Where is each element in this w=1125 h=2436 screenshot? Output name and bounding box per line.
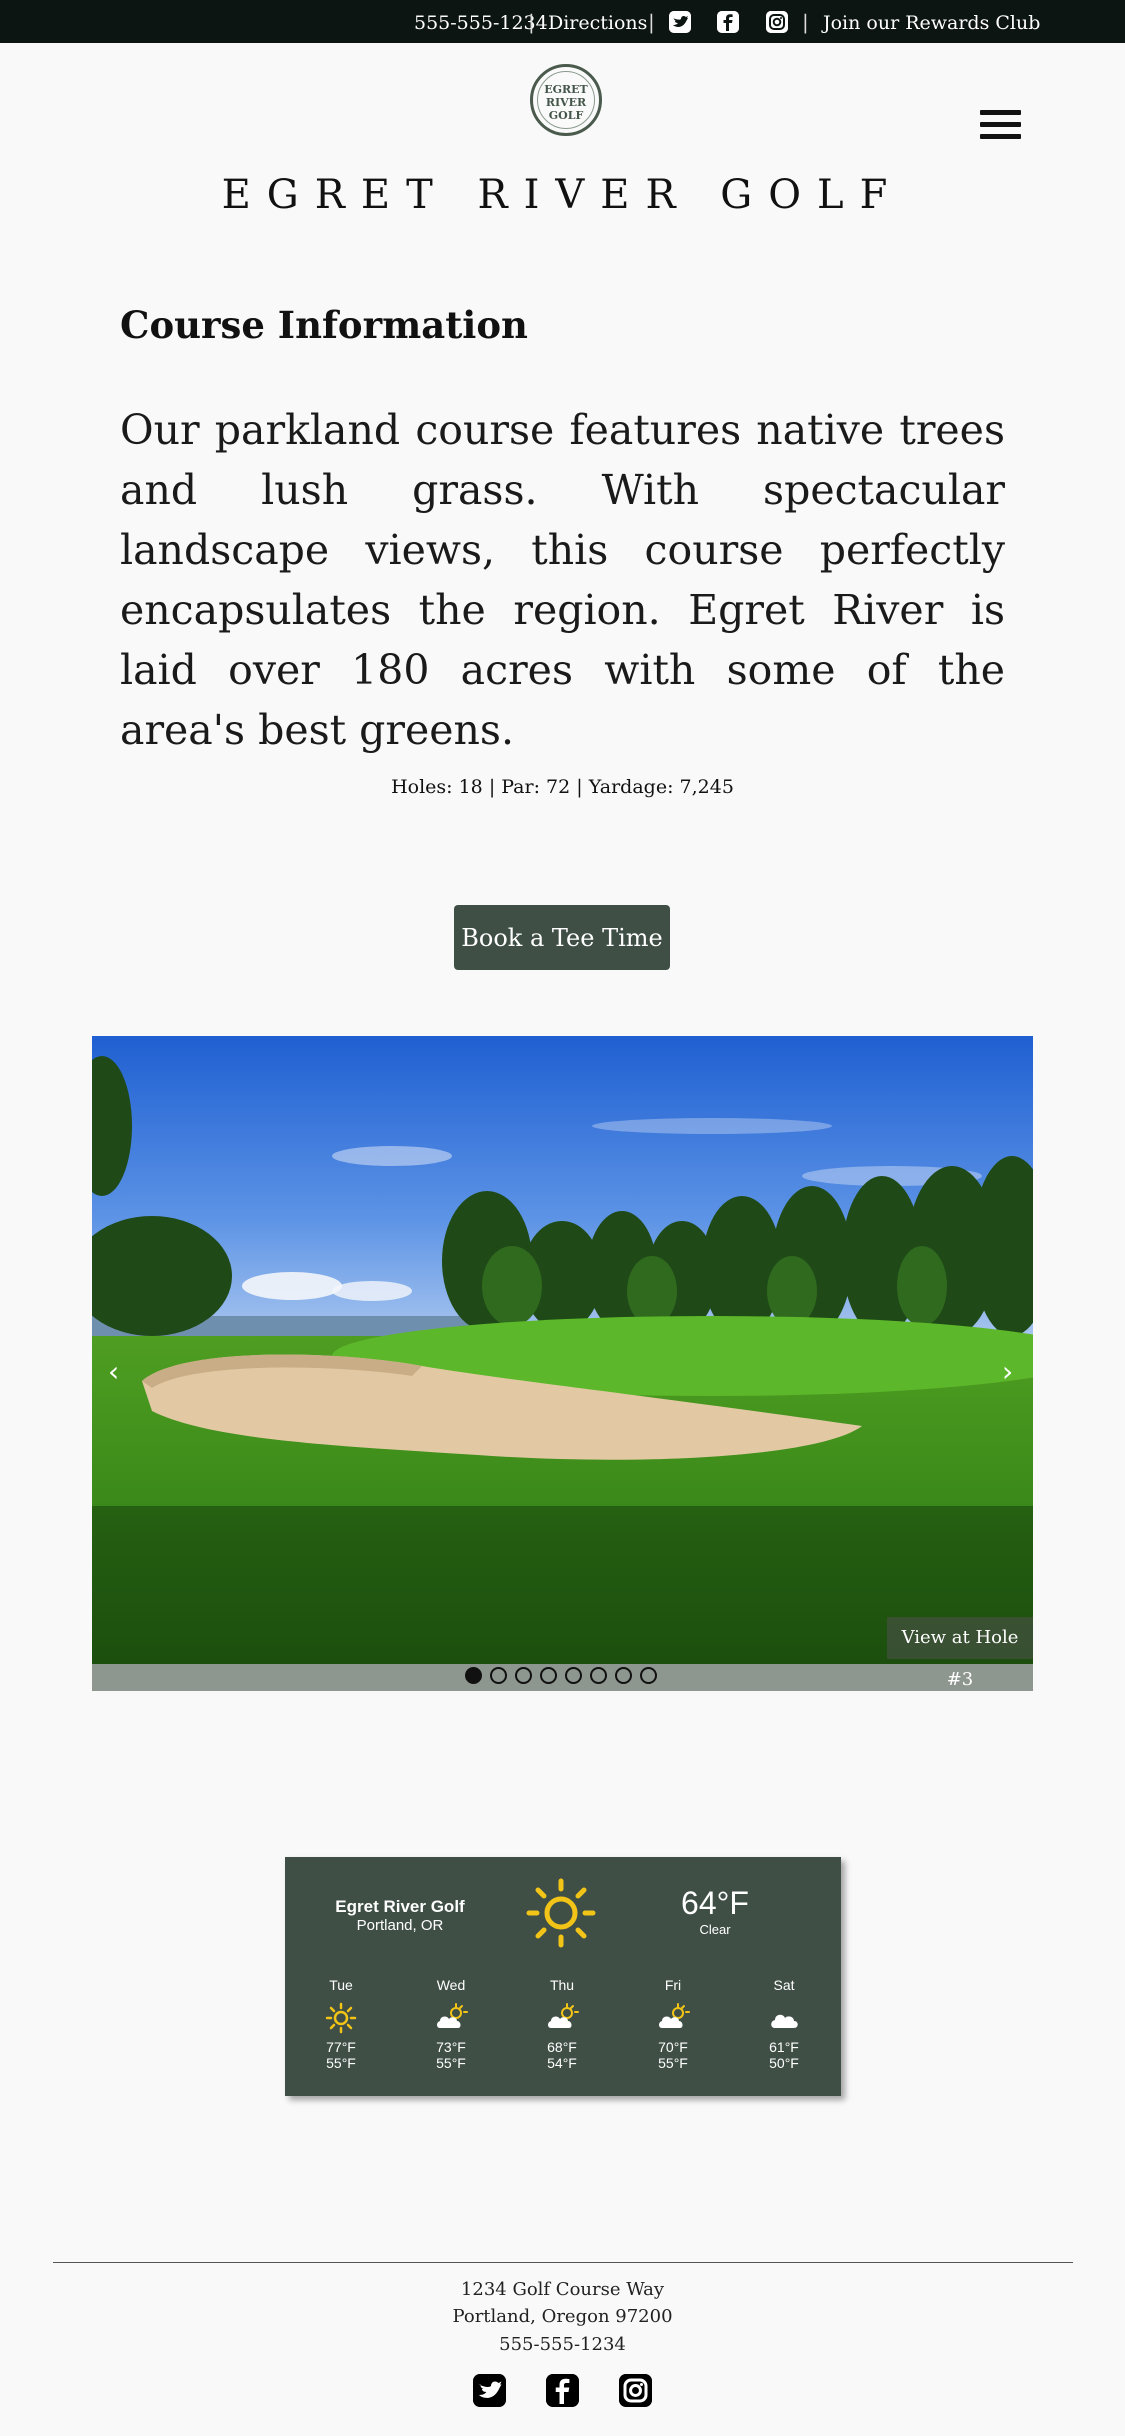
separator: |: [802, 10, 809, 34]
current-weather: 64°F Clear: [655, 1885, 775, 1937]
rewards-link[interactable]: Join our Rewards Club: [823, 12, 1040, 34]
weather-widget[interactable]: Egret River Golf Portland, OR 64°F Clear…: [285, 1857, 841, 2096]
carousel-dot[interactable]: [515, 1667, 532, 1684]
menu-line: [980, 122, 1021, 127]
forecast-low: 54°F: [547, 2055, 577, 2071]
footer-divider: [53, 2262, 1073, 2263]
twitter-icon[interactable]: [669, 11, 691, 33]
twitter-icon[interactable]: [473, 2374, 506, 2407]
partly-cloudy-icon: [656, 2001, 690, 2035]
photo-carousel: [92, 1036, 1033, 1691]
forecast-low: 55°F: [326, 2055, 356, 2071]
logo[interactable]: EGRET RIVER GOLF: [530, 64, 602, 136]
sun-icon: [525, 1877, 597, 1949]
forecast-day-label: Thu: [549, 1977, 575, 1993]
carousel-next-icon[interactable]: ›: [1002, 1355, 1013, 1388]
facebook-icon[interactable]: [546, 2374, 579, 2407]
section-title: Course Information: [120, 303, 528, 347]
forecast-day: Fri 70°F 55°F: [628, 1977, 718, 2071]
weather-city: Portland, OR: [356, 1917, 444, 1934]
carousel-dot[interactable]: [490, 1667, 507, 1684]
book-tee-time-button[interactable]: Book a Tee Time: [454, 905, 670, 970]
logo-text: EGRET RIVER GOLF: [544, 83, 588, 122]
site-title: EGRET RIVER GOLF: [221, 172, 904, 218]
menu-line: [980, 110, 1021, 115]
menu-icon[interactable]: [980, 110, 1021, 140]
instagram-icon[interactable]: [766, 11, 788, 33]
course-photo: [92, 1036, 1033, 1664]
course-description: Our parkland course features native tree…: [120, 406, 1005, 754]
course-stats: Holes: 18 | Par: 72 | Yardage: 7,245: [391, 776, 734, 798]
forecast-day: Sat 61°F 50°F: [739, 1977, 829, 2071]
carousel-dot[interactable]: [615, 1667, 632, 1684]
forecast-day: Thu 68°F 54°F: [517, 1977, 607, 2071]
forecast-day-label: Fri: [664, 1977, 682, 1993]
forecast-high: 77°F: [326, 2039, 356, 2055]
sun-icon: [324, 2001, 358, 2035]
instagram-icon[interactable]: [619, 2374, 652, 2407]
forecast-day-label: Sat: [773, 1977, 795, 1993]
forecast-high: 68°F: [547, 2039, 577, 2055]
footer-address-line1: 1234 Golf Course Way: [460, 2279, 665, 2300]
partly-cloudy-icon: [545, 2001, 579, 2035]
carousel-dot[interactable]: [465, 1667, 482, 1684]
carousel-dot[interactable]: [540, 1667, 557, 1684]
weather-location: Egret River Golf Portland, OR: [305, 1897, 495, 1934]
carousel-dot[interactable]: [565, 1667, 582, 1684]
forecast-day-label: Tue: [329, 1977, 353, 1993]
current-temp: 64°F: [681, 1885, 749, 1921]
forecast-low: 55°F: [436, 2055, 466, 2071]
top-bar: 555-555-1234 | Directions | | Join our R…: [0, 0, 1125, 43]
partly-cloudy-icon: [434, 2001, 468, 2035]
separator: |: [528, 10, 535, 34]
forecast-high: 73°F: [436, 2039, 466, 2055]
footer-address-line2: Portland, Oregon 97200: [452, 2306, 673, 2327]
carousel-dots: [465, 1667, 665, 1685]
carousel-dot[interactable]: [590, 1667, 607, 1684]
weather-location-name: Egret River Golf: [335, 1897, 465, 1916]
slide-caption: View at Hole #3: [887, 1617, 1033, 1690]
footer-phone[interactable]: 555-555-1234: [0, 2334, 1125, 2355]
forecast-low: 55°F: [658, 2055, 688, 2071]
facebook-icon[interactable]: [717, 11, 739, 33]
forecast-day-label: Wed: [436, 1977, 466, 1993]
directions-link[interactable]: Directions: [548, 12, 647, 34]
forecast-day: Wed 73°F 55°F: [406, 1977, 496, 2071]
forecast: Tue 77°F 55°F Wed 73°F 55°F Thu 68°F 54°…: [285, 1977, 841, 2087]
cloud-icon: [767, 2001, 801, 2035]
forecast-high: 61°F: [769, 2039, 799, 2055]
carousel-prev-icon[interactable]: ‹: [108, 1355, 119, 1388]
forecast-low: 50°F: [769, 2055, 799, 2071]
menu-line: [980, 134, 1021, 139]
carousel-dot[interactable]: [640, 1667, 657, 1684]
forecast-high: 70°F: [658, 2039, 688, 2055]
current-condition: Clear: [699, 1922, 731, 1937]
separator: |: [648, 10, 655, 34]
forecast-day: Tue 77°F 55°F: [296, 1977, 386, 2071]
